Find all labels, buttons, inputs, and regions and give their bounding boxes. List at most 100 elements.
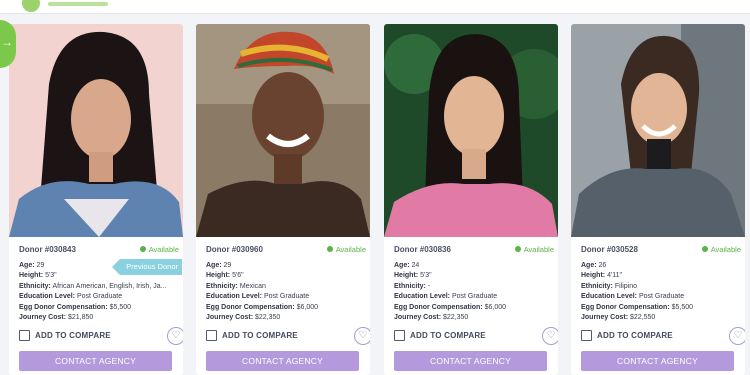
logo-wordmark xyxy=(48,2,108,6)
height-label: Height: xyxy=(581,272,606,280)
education-field: Education Level: Post Graduate xyxy=(581,292,741,302)
height-field: Height: 5'3" xyxy=(394,271,554,281)
compensation-value: $6,000 xyxy=(296,303,319,311)
height-value: 5'3" xyxy=(45,272,57,280)
ethnicity-field: Ethnicity: - xyxy=(394,282,554,292)
favorite-heart-icon[interactable]: ♡ xyxy=(354,327,370,346)
availability-status: Available xyxy=(514,245,554,254)
education-field: Education Level: Post Graduate xyxy=(19,292,179,302)
donor-photo[interactable] xyxy=(9,24,183,237)
education-label: Education Level: xyxy=(581,293,638,301)
journey-cost-value: $22,350 xyxy=(443,314,469,322)
journey-cost-field: Journey Cost: $21,850 xyxy=(19,313,179,323)
compensation-field: Egg Donor Compensation: $6,000 xyxy=(394,303,554,313)
journey-cost-value: $22,350 xyxy=(255,314,281,322)
education-label: Education Level: xyxy=(19,293,76,301)
ethnicity-label: Ethnicity: xyxy=(19,282,51,290)
journey-cost-label: Journey Cost: xyxy=(206,314,254,322)
status-dot-icon xyxy=(139,246,146,252)
donor-id[interactable]: Donor #030843 xyxy=(19,245,76,254)
favorite-heart-icon[interactable]: ♡ xyxy=(167,327,183,346)
compare-row: ADD TO COMPARE ♡ xyxy=(394,327,558,351)
education-label: Education Level: xyxy=(394,293,451,301)
status-text: Available xyxy=(710,245,741,254)
ethnicity-value: African American, English, Irish, Ja... xyxy=(52,282,167,290)
ethnicity-label: Ethnicity: xyxy=(206,282,238,290)
journey-cost-field: Journey Cost: $22,350 xyxy=(206,313,366,323)
status-text: Available xyxy=(148,245,179,254)
donor-photo[interactable] xyxy=(571,24,745,237)
compensation-label: Egg Donor Compensation: xyxy=(394,303,483,311)
age-field: Age: 29 xyxy=(206,261,366,271)
height-label: Height: xyxy=(206,272,231,280)
donor-id[interactable]: Donor #030836 xyxy=(394,245,451,254)
age-value: 26 xyxy=(598,262,607,269)
add-to-compare-checkbox[interactable] xyxy=(581,330,592,342)
availability-status: Available xyxy=(139,245,179,254)
donor-details: Donor #030836 Available Age: 24 Height: … xyxy=(394,243,558,351)
age-label: Age: xyxy=(19,262,35,269)
donor-photo[interactable] xyxy=(384,24,558,237)
journey-cost-value: $21,850 xyxy=(68,314,94,322)
add-to-compare-label[interactable]: ADD TO COMPARE xyxy=(597,331,673,340)
height-label: Height: xyxy=(394,272,419,280)
education-value: Post Graduate xyxy=(638,293,685,301)
add-to-compare-checkbox[interactable] xyxy=(394,330,405,342)
availability-status: Available xyxy=(326,245,366,254)
donor-id[interactable]: Donor #030528 xyxy=(581,245,638,254)
add-to-compare-label[interactable]: ADD TO COMPARE xyxy=(35,331,111,340)
journey-cost-label: Journey Cost: xyxy=(581,314,629,322)
height-value: 4'11" xyxy=(607,272,623,280)
status-dot-icon xyxy=(326,246,333,252)
age-value: 29 xyxy=(36,262,45,269)
contact-agency-button[interactable]: CONTACT AGENCY xyxy=(394,351,547,371)
ethnicity-value: - xyxy=(427,282,431,290)
contact-agency-button[interactable]: CONTACT AGENCY xyxy=(206,351,359,371)
contact-agency-button[interactable]: CONTACT AGENCY xyxy=(581,351,734,371)
compensation-value: $5,500 xyxy=(109,303,132,311)
height-label: Height: xyxy=(19,272,44,280)
donor-photo-image xyxy=(9,24,183,237)
donor-card[interactable]: Donor #030843 Available Age: 29 Height: … xyxy=(9,24,183,375)
compare-row: ADD TO COMPARE ♡ xyxy=(19,327,183,351)
compare-row: ADD TO COMPARE ♡ xyxy=(581,327,745,351)
education-value: Post Graduate xyxy=(263,293,310,301)
ethnicity-label: Ethnicity: xyxy=(581,282,613,290)
logo-icon[interactable] xyxy=(22,0,40,12)
add-to-compare-label[interactable]: ADD TO COMPARE xyxy=(222,331,298,340)
age-field: Age: 24 xyxy=(394,261,554,271)
compensation-field: Egg Donor Compensation: $6,000 xyxy=(206,303,366,313)
compensation-field: Egg Donor Compensation: $5,500 xyxy=(581,303,741,313)
favorite-heart-icon[interactable]: ♡ xyxy=(729,327,745,346)
compensation-label: Egg Donor Compensation: xyxy=(581,303,670,311)
ethnicity-field: Ethnicity: Mexican xyxy=(206,282,366,292)
arrow-right-icon: → xyxy=(1,35,13,49)
compensation-label: Egg Donor Compensation: xyxy=(19,303,108,311)
age-value: 29 xyxy=(223,262,232,269)
age-value: 24 xyxy=(411,262,420,269)
donor-card[interactable]: Donor #030960 Available Age: 29 Height: … xyxy=(196,24,370,375)
favorite-heart-icon[interactable]: ♡ xyxy=(542,327,558,346)
height-value: 5'6" xyxy=(232,272,244,280)
compensation-value: $6,000 xyxy=(484,303,507,311)
donor-card[interactable]: Donor #030528 Available Age: 26 Height: … xyxy=(571,24,745,375)
donor-id[interactable]: Donor #030960 xyxy=(206,245,263,254)
journey-cost-field: Journey Cost: $22,350 xyxy=(394,313,554,323)
previous-donor-button[interactable]: Previous Donor xyxy=(112,259,182,275)
donor-details: Donor #030960 Available Age: 29 Height: … xyxy=(206,243,370,351)
education-value: Post Graduate xyxy=(76,293,123,301)
compensation-label: Egg Donor Compensation: xyxy=(206,303,295,311)
compare-row: ADD TO COMPARE ♡ xyxy=(206,327,370,351)
status-dot-icon xyxy=(701,246,708,252)
donor-photo[interactable] xyxy=(196,24,370,237)
donor-card[interactable]: Donor #030836 Available Age: 24 Height: … xyxy=(384,24,558,375)
status-text: Available xyxy=(523,245,554,254)
donor-card-grid: Donor #030843 Available Age: 29 Height: … xyxy=(9,24,745,375)
donor-photo-image xyxy=(196,24,370,237)
add-to-compare-checkbox[interactable] xyxy=(206,330,217,342)
donor-photo-image xyxy=(384,24,558,237)
add-to-compare-label[interactable]: ADD TO COMPARE xyxy=(410,331,486,340)
add-to-compare-checkbox[interactable] xyxy=(19,330,30,342)
top-header xyxy=(0,0,750,14)
contact-agency-button[interactable]: CONTACT AGENCY xyxy=(19,351,172,371)
